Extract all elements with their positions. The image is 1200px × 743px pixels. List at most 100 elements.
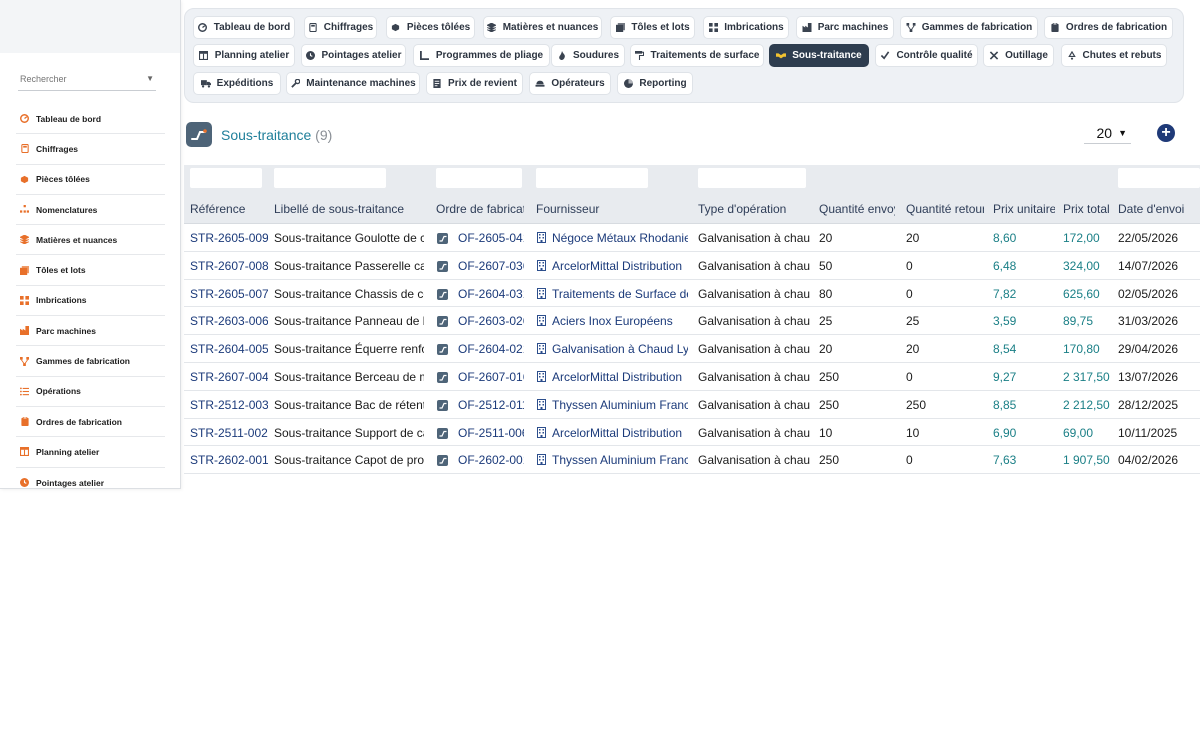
tab-pointages-atelier[interactable]: Pointages atelier xyxy=(301,44,406,67)
column-header[interactable]: Ordre de fabrication xyxy=(436,202,524,216)
column-header[interactable]: Type d'opération xyxy=(698,202,810,216)
column-filter-input[interactable] xyxy=(1118,168,1200,188)
tab-pièces-tôlées[interactable]: Pièces tôlées xyxy=(386,16,475,39)
sidebar-item-tableau-de-bord[interactable]: Tableau de bord xyxy=(16,104,165,135)
cell-of[interactable]: OF-2512-011 xyxy=(458,398,524,412)
sidebar-item-chiffrages[interactable]: Chiffrages xyxy=(16,134,165,165)
cell-ref[interactable]: STR-2602-001 xyxy=(190,453,268,467)
cell-ref[interactable]: STR-2605-009 xyxy=(190,231,268,245)
building-icon xyxy=(537,426,546,438)
column-header[interactable]: Référence xyxy=(190,202,268,216)
tab-opérateurs[interactable]: Opérateurs xyxy=(529,72,611,95)
cell-total: 2 317,50 xyxy=(1063,370,1110,384)
sidebar-item-nomenclatures[interactable]: Nomenclatures xyxy=(16,195,165,226)
tab-imbrications[interactable]: Imbrications xyxy=(703,16,789,39)
cell-unit: 3,59 xyxy=(993,314,1017,329)
work-order-icon xyxy=(437,372,448,383)
tab-programmes-de-pliage[interactable]: Programmes de pliage xyxy=(413,44,550,67)
table-row[interactable]: STR-2607-004 Sous-traitance Berceau de mo… xyxy=(184,363,1200,391)
tab-maintenance-machines[interactable]: Maintenance machines xyxy=(286,72,420,95)
cell-of[interactable]: OF-2602-001 xyxy=(458,453,524,467)
cell-ref[interactable]: STR-2607-008 xyxy=(190,259,268,273)
sidebar-item-matières-et-nuances[interactable]: Matières et nuances xyxy=(16,225,165,256)
column-filter-input[interactable] xyxy=(190,168,262,188)
chevron-down-icon[interactable]: ▼ xyxy=(146,74,154,83)
tab-matières-et-nuances[interactable]: Matières et nuances xyxy=(483,16,602,39)
sidebar-item-parc-machines[interactable]: Parc machines xyxy=(16,316,165,347)
cell-ref[interactable]: STR-2603-006 xyxy=(190,314,268,328)
table-row[interactable]: STR-2511-002 Sous-traitance Support de ca… xyxy=(184,419,1200,447)
cell-ref[interactable]: STR-2605-007 xyxy=(190,287,268,301)
sidebar-item-ordres-de-fabrication[interactable]: Ordres de fabrication xyxy=(16,407,165,438)
clock-icon xyxy=(20,478,29,488)
sidebar-item-gammes-de-fabrication[interactable]: Gammes de fabrication xyxy=(16,346,165,377)
table-row[interactable]: STR-2603-006 Sous-traitance Panneau de ba… xyxy=(184,307,1200,336)
cell-supplier[interactable]: Galvanisation à Chaud Lyonnaise xyxy=(552,342,688,356)
sidebar-item-planning-atelier[interactable]: Planning atelier xyxy=(16,437,165,468)
tab-parc-machines[interactable]: Parc machines xyxy=(796,16,894,39)
column-filter-input[interactable] xyxy=(274,168,386,188)
cell-supplier[interactable]: ArcelorMittal Distribution xyxy=(552,426,688,440)
tab-reporting[interactable]: Reporting xyxy=(617,72,693,95)
cell-of[interactable]: OF-2511-006 xyxy=(458,426,524,440)
sidebar-item-imbrications[interactable]: Imbrications xyxy=(16,286,165,317)
tab-contrôle-qualité[interactable]: Contrôle qualité xyxy=(875,44,978,67)
cell-ref[interactable]: STR-2511-002 xyxy=(190,426,268,440)
tab-ordres-de-fabrication[interactable]: Ordres de fabrication xyxy=(1044,16,1173,39)
tab-gammes-de-fabrication[interactable]: Gammes de fabrication xyxy=(900,16,1038,39)
tab-prix-de-revient[interactable]: Prix de revient xyxy=(426,72,523,95)
tab-traitements-de-surface[interactable]: Traitements de surface xyxy=(630,44,764,67)
sidebar-item-pointages-atelier[interactable]: Pointages atelier xyxy=(16,468,165,498)
table-row[interactable]: STR-2605-009 Sous-traitance Goulotte de c… xyxy=(184,224,1200,252)
sidebar-item-pièces-tôlées[interactable]: Pièces tôlées xyxy=(16,165,165,195)
page-size-select[interactable]: 20 ▼ xyxy=(1084,122,1131,144)
column-filter-input[interactable] xyxy=(698,168,806,188)
tab-chiffrages[interactable]: Chiffrages xyxy=(304,16,377,39)
cell-ref[interactable]: STR-2512-003 xyxy=(190,398,268,412)
cell-of[interactable]: OF-2607-016 xyxy=(458,370,524,384)
column-header[interactable]: Quantité envoyée xyxy=(819,202,895,216)
tab-tableau-de-bord[interactable]: Tableau de bord xyxy=(193,16,295,39)
column-header[interactable]: Prix unitaire xyxy=(993,202,1055,216)
cell-supplier[interactable]: Aciers Inox Européens xyxy=(552,314,688,328)
column-header[interactable]: Quantité retournée xyxy=(906,202,984,216)
cell-of[interactable]: OF-2605-041 xyxy=(458,231,524,245)
table-row[interactable]: STR-2605-007 Sous-traitance Chassis de co… xyxy=(184,280,1200,308)
table-row[interactable]: STR-2602-001 Sous-traitance Capot de prot… xyxy=(184,446,1200,475)
table-row[interactable]: STR-2512-003 Sous-traitance Bac de rétent… xyxy=(184,391,1200,419)
tab-planning-atelier[interactable]: Planning atelier xyxy=(193,44,295,67)
column-header[interactable]: Libellé de sous-traitance xyxy=(274,202,424,216)
cell-supplier[interactable]: Thyssen Aluminium France xyxy=(552,398,688,412)
cell-of[interactable]: OF-2607-036 xyxy=(458,259,524,273)
cell-supplier[interactable]: Thyssen Aluminium France xyxy=(552,453,688,467)
tab-chutes-et-rebuts[interactable]: Chutes et rebuts xyxy=(1061,44,1167,67)
tab-tôles-et-lots[interactable]: Tôles et lots xyxy=(610,16,695,39)
tab-sous-traitance[interactable]: Sous-traitance xyxy=(769,44,869,67)
cell-ref[interactable]: STR-2607-004 xyxy=(190,370,268,384)
add-button[interactable]: + xyxy=(1157,124,1175,142)
cell-supplier[interactable]: Négoce Métaux Rhodaniens xyxy=(552,231,688,245)
column-header[interactable]: Fournisseur xyxy=(536,202,688,216)
tab-outillage[interactable]: Outillage xyxy=(983,44,1054,67)
cell-supplier[interactable]: ArcelorMittal Distribution xyxy=(552,259,688,273)
sidebar-item-label: Parc machines xyxy=(36,325,97,336)
sidebar-item-tôles-et-lots[interactable]: Tôles et lots xyxy=(16,255,165,286)
column-filter-input[interactable] xyxy=(436,168,522,188)
cell-ref[interactable]: STR-2604-005 xyxy=(190,342,268,356)
cell-supplier[interactable]: ArcelorMittal Distribution xyxy=(552,370,688,384)
tab-expéditions[interactable]: Expéditions xyxy=(193,72,281,95)
table-row[interactable]: STR-2604-005 Sous-traitance Équerre renf o… xyxy=(184,335,1200,363)
column-header[interactable]: Prix total xyxy=(1063,202,1111,216)
table-row[interactable]: STR-2607-008 Sous-traitance Passerelle ca… xyxy=(184,252,1200,280)
cell-of[interactable]: OF-2603-026 xyxy=(458,314,524,328)
cell-supplier[interactable]: Traitements de Surface de l'Est xyxy=(552,287,688,301)
cell-of[interactable]: OF-2604-031 xyxy=(458,287,524,301)
column-header[interactable]: Date d'envoi xyxy=(1118,202,1200,216)
search-input[interactable] xyxy=(18,69,156,89)
sidebar-search[interactable]: ▼ xyxy=(18,69,156,91)
sidebar-item-opérations[interactable]: Opérations xyxy=(16,377,165,407)
tab-soudures[interactable]: Soudures xyxy=(551,44,625,67)
cell-of[interactable]: OF-2604-021 xyxy=(458,342,524,356)
column-filter-input[interactable] xyxy=(536,168,648,188)
cell-type: Galvanisation à chaud xyxy=(698,286,810,301)
